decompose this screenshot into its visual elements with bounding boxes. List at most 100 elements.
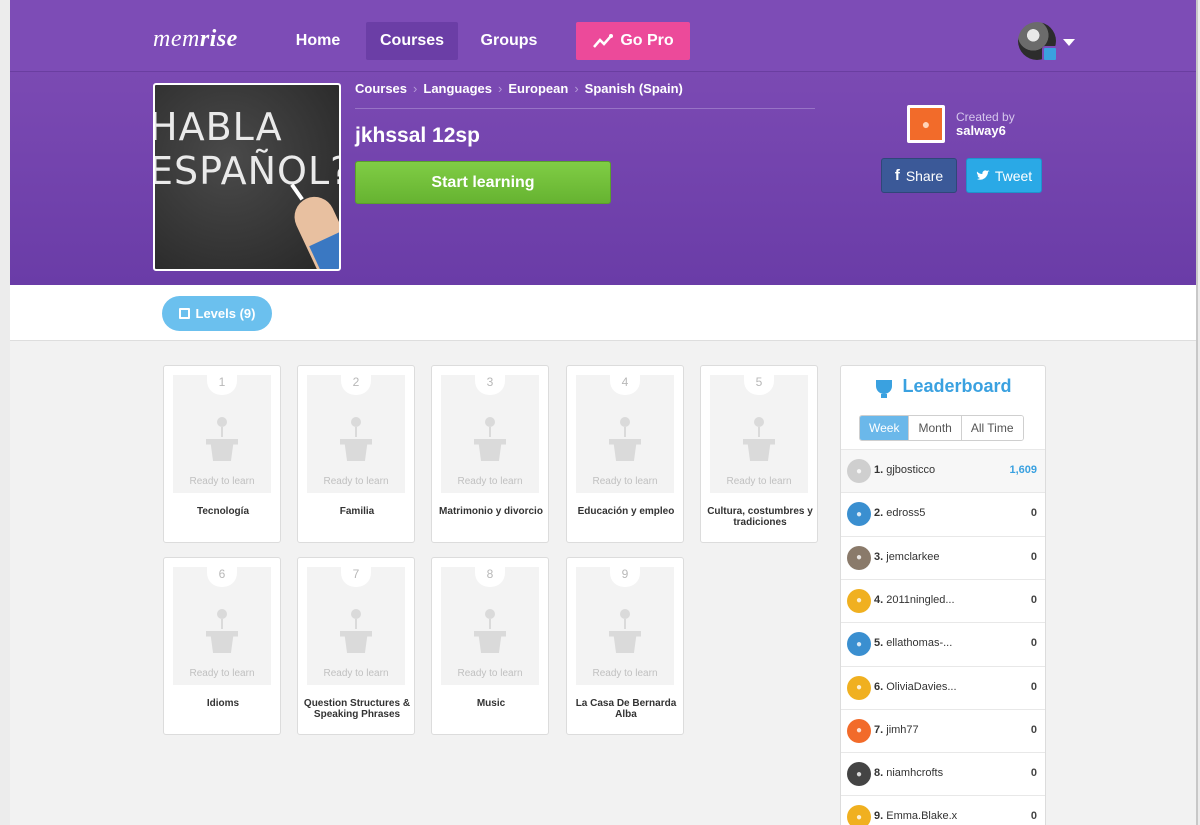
level-number: 6	[207, 563, 237, 587]
ready-to-learn-label: Ready to learn	[323, 668, 389, 679]
chevron-right-icon: ›	[498, 81, 503, 96]
plant-pot-icon	[474, 609, 506, 657]
leaderboard-row[interactable]: ● 3. jemclarkee 0	[841, 535, 1045, 579]
breadcrumb-spanish[interactable]: Spanish (Spain)	[585, 81, 683, 108]
course-title: jkhssal 12sp	[355, 124, 480, 147]
level-card[interactable]: 2 Ready to learn Familia	[297, 365, 415, 543]
level-title: La Casa De Bernarda Alba	[575, 698, 677, 720]
level-card-image: 2 Ready to learn	[307, 371, 405, 493]
level-number: 9	[610, 563, 640, 587]
level-number: 1	[207, 371, 237, 395]
level-card[interactable]: 5 Ready to learn Cultura, costumbres y tra…	[700, 365, 818, 543]
level-card-image: 5 Ready to learn	[710, 371, 808, 493]
trophy-icon	[876, 379, 893, 398]
level-card[interactable]: 4 Ready to learn Educación y empleo	[566, 365, 684, 543]
leaderboard-score: 1,609	[1009, 464, 1037, 476]
share-button[interactable]: f Share	[881, 158, 957, 193]
start-learning-button[interactable]: Start learning	[355, 161, 611, 204]
level-title: Idioms	[206, 698, 240, 709]
facebook-icon: f	[894, 167, 900, 184]
level-number: 5	[744, 371, 774, 395]
leaderboard-title: Leaderboard	[902, 376, 1012, 396]
level-card[interactable]: 9 Ready to learn La Casa De Bernarda Alba	[566, 557, 684, 735]
tweet-label: Tweet	[994, 167, 1033, 184]
course-header: HABLA ESPAÑOL? Courses › Languages › Eur…	[10, 72, 1198, 285]
leaderboard-row[interactable]: ● 5. ellathomas-... 0	[841, 622, 1045, 665]
level-card-image: 1 Ready to learn	[173, 371, 271, 493]
leaderboard-row[interactable]: ● 7. jimh77 0	[841, 708, 1045, 752]
user-icon: ●	[910, 108, 942, 140]
memrise-logo[interactable]: memrise	[153, 26, 238, 53]
avatar: ●	[847, 762, 871, 787]
leaderboard-row[interactable]: ● 9. Emma.Blake.x 0	[841, 795, 1045, 825]
level-title: Tecnología	[196, 506, 250, 517]
avatar: ●	[847, 502, 871, 527]
course-image: HABLA ESPAÑOL?	[153, 83, 341, 271]
tab-week[interactable]: Week	[860, 416, 909, 440]
plant-pot-icon	[340, 609, 372, 657]
level-number: 3	[475, 371, 505, 395]
avatar: ●	[847, 632, 871, 657]
plant-pot-icon	[609, 417, 641, 465]
ready-to-learn-label: Ready to learn	[592, 476, 658, 487]
levels-bar: Levels (9)	[10, 285, 1198, 341]
tab-month[interactable]: Month	[908, 416, 961, 440]
chevron-right-icon: ›	[413, 81, 418, 96]
page: memrise Home Courses Groups Go Pro HABLA…	[10, 0, 1198, 825]
level-number: 8	[475, 563, 505, 587]
plant-pot-icon	[474, 417, 506, 465]
chevron-down-icon[interactable]	[1063, 39, 1075, 46]
level-title: Music	[476, 698, 506, 709]
leaderboard-row[interactable]: ● 1. gjbosticco 1,609	[841, 449, 1045, 492]
leaderboard-score: 0	[1030, 680, 1037, 693]
breadcrumb-courses[interactable]: Courses	[355, 81, 407, 108]
level-card[interactable]: 6 Ready to learn Idioms	[163, 557, 281, 735]
ready-to-learn-label: Ready to learn	[592, 668, 658, 679]
leaderboard-header: Leaderboard	[841, 376, 1045, 398]
created-by-label: Created by	[956, 110, 1015, 124]
ready-to-learn-label: Ready to learn	[189, 476, 255, 487]
levels-label: Levels (9)	[195, 306, 256, 321]
plant-pot-icon	[743, 417, 775, 465]
avatar: ●	[847, 718, 871, 743]
creator-avatar[interactable]: ●	[907, 105, 945, 143]
leaderboard-name: 1. gjbosticco	[874, 464, 936, 476]
level-card[interactable]: 7 Ready to learn Question Structures & Spe…	[297, 557, 415, 735]
ready-to-learn-label: Ready to learn	[189, 668, 255, 679]
avatar: ●	[847, 545, 871, 570]
levels-tab[interactable]: Levels (9)	[162, 296, 272, 331]
level-title: Matrimonio y divorcio	[439, 506, 543, 517]
level-number: 2	[341, 371, 371, 395]
image-text-line2: ESPAÑOL?	[153, 149, 341, 193]
nav-groups[interactable]: Groups	[478, 22, 540, 60]
leaderboard-row[interactable]: ● 6. OliviaDavies... 0	[841, 665, 1045, 709]
level-card-image: 6 Ready to learn	[173, 563, 271, 685]
scrollbar[interactable]	[1196, 0, 1198, 825]
level-card[interactable]: 8 Ready to learn Music	[431, 557, 549, 735]
level-card-image: 7 Ready to learn	[307, 563, 405, 685]
plant-pot-icon	[340, 417, 372, 465]
list-icon	[178, 308, 190, 319]
leaderboard-row[interactable]: ● 4. 2011ningled... 0	[841, 578, 1045, 622]
level-number: 7	[341, 563, 371, 587]
nav-courses[interactable]: Courses	[366, 22, 458, 60]
breadcrumb-languages[interactable]: Languages	[423, 81, 492, 108]
level-title: Cultura, costumbres y tradiciones	[707, 506, 813, 528]
tweet-button[interactable]: Tweet	[966, 158, 1042, 193]
leaderboard-row[interactable]: ● 2. edross5 0	[841, 492, 1045, 535]
breadcrumb-european[interactable]: European	[508, 81, 568, 108]
avatar: ●	[847, 588, 871, 613]
leaderboard-row[interactable]: ● 8. niamhcrofts 0	[841, 752, 1045, 795]
top-nav: memrise Home Courses Groups Go Pro	[10, 0, 1198, 72]
level-card[interactable]: 3 Ready to learn Matrimonio y divorcio	[431, 365, 549, 543]
level-card[interactable]: 1 Ready to learn Tecnología	[163, 365, 281, 543]
plant-pot-icon	[206, 417, 238, 465]
creator-name[interactable]: salway6	[956, 123, 1006, 138]
level-title: Question Structures & Speaking Phrases	[303, 698, 411, 720]
tab-all-time[interactable]: All Time	[960, 416, 1023, 440]
nav-home[interactable]: Home	[294, 22, 342, 60]
go-pro-button[interactable]: Go Pro	[576, 22, 690, 60]
plant-pot-icon	[206, 609, 238, 657]
ready-to-learn-label: Ready to learn	[457, 476, 523, 487]
level-card-image: 8 Ready to learn	[441, 563, 539, 685]
